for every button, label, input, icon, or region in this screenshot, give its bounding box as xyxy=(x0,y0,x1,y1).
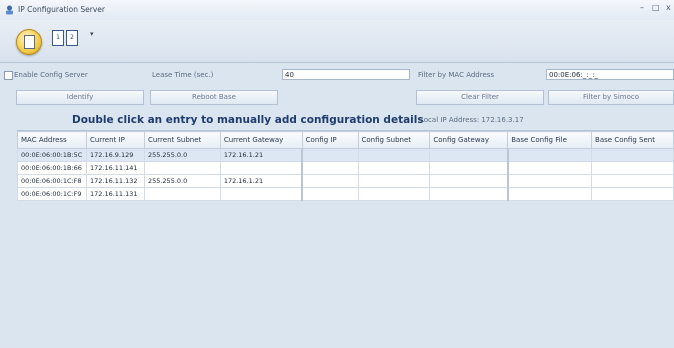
config-gateway-cell xyxy=(429,187,509,201)
ribbon-toolbar: 1 2 ▾ xyxy=(0,20,674,63)
current-subnet-cell xyxy=(143,161,221,175)
column-header-current-subnet[interactable]: Current Subnet xyxy=(143,131,221,149)
current-subnet-cell xyxy=(143,187,221,201)
clear-filter-button[interactable]: Clear Filter xyxy=(416,90,544,105)
config-subnet-cell xyxy=(357,187,431,201)
close-button[interactable]: x xyxy=(666,3,671,12)
base-config-file-cell xyxy=(506,161,593,175)
lease-time-label: Lease Time (sec.) xyxy=(152,71,214,79)
lease-time-input[interactable]: 40 xyxy=(282,69,410,80)
current-ip-cell: 172.16.11.141 xyxy=(85,161,145,175)
current-gateway-cell xyxy=(219,161,303,175)
enable-config-label: Enable Config Server xyxy=(14,71,88,79)
current-ip-cell: 172.16.9.129 xyxy=(85,148,145,162)
config-gateway-cell xyxy=(429,174,509,188)
application-menu-button[interactable] xyxy=(16,29,42,55)
device-table: MAC Address Current IP Current Subnet Cu… xyxy=(17,131,674,201)
base-config-sent-cell xyxy=(591,148,674,162)
table-row[interactable]: 00:0E:06:00:1B:66 172.16.11.141 xyxy=(17,161,674,175)
reboot-base-button[interactable]: Reboot Base xyxy=(150,90,278,105)
current-subnet-cell: 255.255.0.0 xyxy=(143,174,221,188)
current-ip-cell: 172.16.11.131 xyxy=(85,187,145,201)
enable-config-checkbox[interactable] xyxy=(4,71,13,80)
qat-dropdown-icon[interactable]: ▾ xyxy=(90,30,94,38)
config-subnet-cell xyxy=(357,148,431,162)
config-subnet-cell xyxy=(357,174,431,188)
column-header-config-ip[interactable]: Config IP xyxy=(301,131,359,149)
current-gateway-cell: 172.16.1.21 xyxy=(219,148,303,162)
table-row[interactable]: 00:0E:06:00:1C:F8 172.16.11.132 255.255.… xyxy=(17,174,674,188)
column-header-base-config-sent[interactable]: Base Config Sent xyxy=(591,131,674,149)
config-ip-cell xyxy=(301,174,359,188)
column-header-mac[interactable]: MAC Address xyxy=(17,131,87,149)
table-row[interactable]: 00:0E:06:00:1B:5C 172.16.9.129 255.255.0… xyxy=(17,148,674,162)
mac-cell: 00:0E:06:00:1C:F8 xyxy=(17,174,87,188)
filter-mac-label: Filter by MAC Address xyxy=(418,71,495,79)
base-config-sent-cell xyxy=(591,161,674,175)
filter-mac-input[interactable]: 00:0E:06:_:_:_ xyxy=(546,69,674,80)
base-config-sent-cell xyxy=(591,187,674,201)
minimize-button[interactable]: – xyxy=(640,3,644,12)
table-row[interactable]: 00:0E:06:00:1C:F9 172.16.11.131 xyxy=(17,187,674,201)
window-title: IP Configuration Server xyxy=(18,5,105,14)
table-header-row: MAC Address Current IP Current Subnet Cu… xyxy=(17,131,674,149)
column-header-config-gateway[interactable]: Config Gateway xyxy=(429,131,509,149)
base-config-file-cell xyxy=(506,148,593,162)
app-icon xyxy=(6,5,13,15)
title-bar: IP Configuration Server – □ x xyxy=(0,0,674,21)
current-gateway-cell: 172.16.1.21 xyxy=(219,174,303,188)
column-header-current-gateway[interactable]: Current Gateway xyxy=(219,131,303,149)
local-ip-label: Local IP Address: 172.16.3.17 xyxy=(420,116,524,124)
qat-doc2-icon[interactable]: 2 xyxy=(66,30,78,46)
column-header-config-subnet[interactable]: Config Subnet xyxy=(357,131,431,149)
qat-doc1-icon[interactable]: 1 xyxy=(52,30,64,46)
config-subnet-cell xyxy=(357,161,431,175)
config-gateway-cell xyxy=(429,161,509,175)
mac-cell: 00:0E:06:00:1B:5C xyxy=(17,148,87,162)
column-header-base-config-file[interactable]: Base Config File xyxy=(507,131,593,149)
current-gateway-cell xyxy=(219,187,303,201)
base-config-file-cell xyxy=(506,174,593,188)
instruction-headline: Double click an entry to manually add co… xyxy=(72,114,424,126)
base-config-sent-cell xyxy=(591,174,674,188)
device-grid: MAC Address Current IP Current Subnet Cu… xyxy=(17,130,674,348)
mac-cell: 00:0E:06:00:1C:F9 xyxy=(17,187,87,201)
filter-simoco-button[interactable]: Filter by Simoco xyxy=(548,90,674,105)
identify-button[interactable]: Identify xyxy=(16,90,144,105)
config-ip-cell xyxy=(301,161,359,175)
current-ip-cell: 172.16.11.132 xyxy=(85,174,145,188)
mac-cell: 00:0E:06:00:1B:66 xyxy=(17,161,87,175)
maximize-button[interactable]: □ xyxy=(652,3,660,12)
config-ip-cell xyxy=(301,148,359,162)
document-icon xyxy=(24,35,35,49)
base-config-file-cell xyxy=(506,187,593,201)
config-ip-cell xyxy=(301,187,359,201)
column-header-current-ip[interactable]: Current IP xyxy=(85,131,145,149)
current-subnet-cell: 255.255.0.0 xyxy=(143,148,221,162)
config-gateway-cell xyxy=(429,148,509,162)
